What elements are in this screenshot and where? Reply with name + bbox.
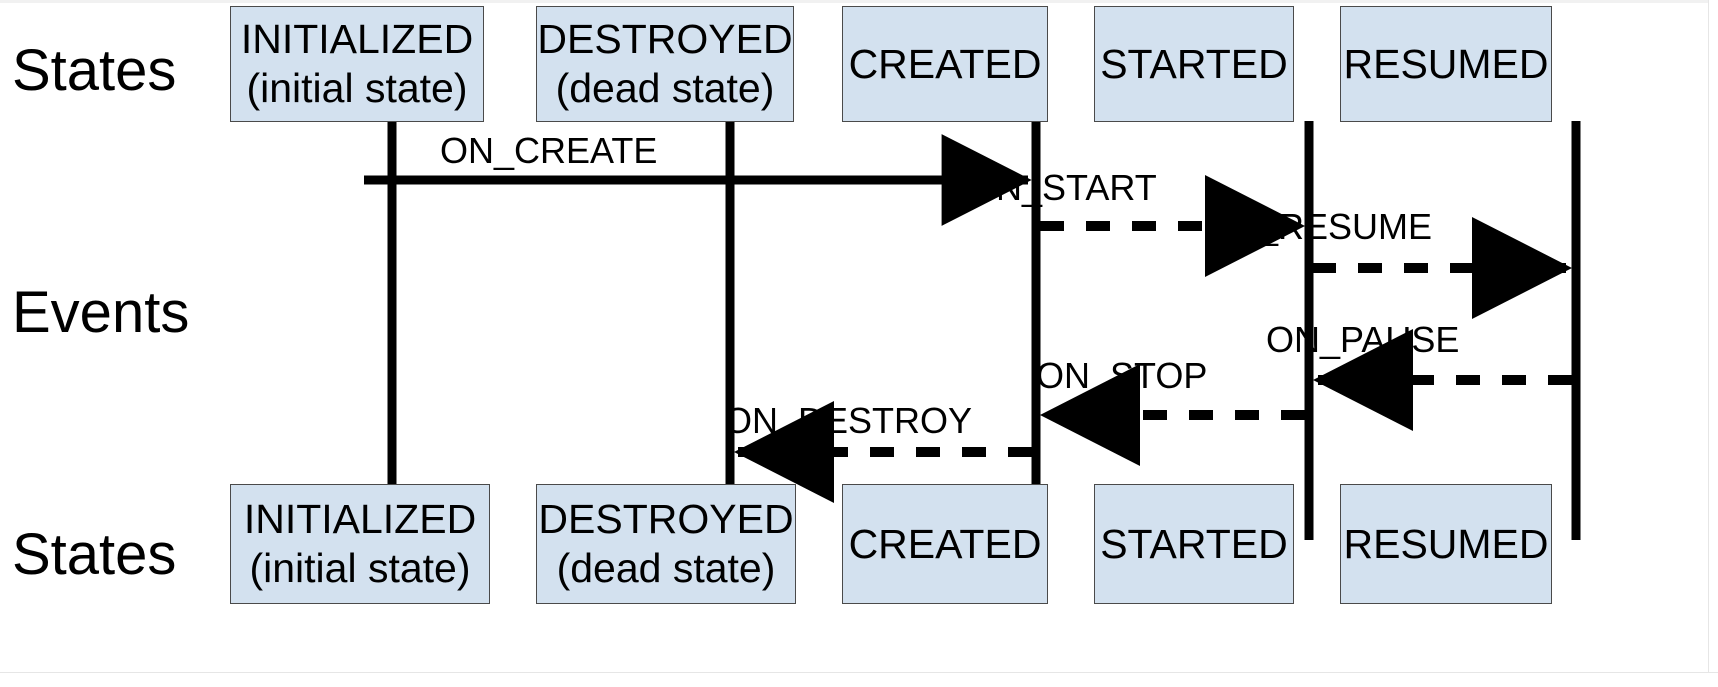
row-label-events: Events: [12, 280, 190, 345]
state-label-line1: DESTROYED: [538, 496, 794, 542]
state-label-line1: DESTROYED: [537, 16, 793, 62]
state-box-top-destroyed[interactable]: DESTROYED (dead state): [536, 6, 794, 122]
event-label-on-pause: ON_PAUSE: [1266, 319, 1460, 360]
state-label-line2: (initial state): [249, 545, 471, 591]
state-label-line1: INITIALIZED: [240, 16, 474, 62]
event-label-on-create: ON_CREATE: [440, 130, 658, 171]
state-box-top-created[interactable]: CREATED: [842, 6, 1048, 122]
page-right-edge: [1708, 0, 1718, 672]
state-box-bottom-created[interactable]: CREATED: [842, 484, 1048, 604]
event-label-on-resume: ON_RESUME: [1204, 206, 1433, 247]
diagram-page: States Events States INITIALIZED (initia…: [0, 0, 1718, 687]
row-label-states-bottom: States: [12, 522, 177, 587]
state-box-top-initialized[interactable]: INITIALIZED (initial state): [230, 6, 484, 122]
event-label-on-start: ON_START: [968, 167, 1157, 208]
state-label-line1: INITIALIZED: [243, 496, 477, 542]
state-label-line2: (initial state): [246, 65, 468, 111]
state-label-line2: (dead state): [555, 65, 775, 111]
state-label-line1: STARTED: [1100, 520, 1288, 567]
state-label-line2: (dead state): [556, 545, 776, 591]
state-box-top-started[interactable]: STARTED: [1094, 6, 1294, 122]
state-box-bottom-destroyed[interactable]: DESTROYED (dead state): [536, 484, 796, 604]
page-bottom-edge: [0, 672, 1718, 687]
state-box-bottom-initialized[interactable]: INITIALIZED (initial state): [230, 484, 490, 604]
event-label-on-stop: ON_STOP: [1036, 355, 1208, 396]
event-label-on-destroy: ON_DESTROY: [724, 400, 973, 441]
state-label-line1: RESUMED: [1343, 520, 1549, 567]
state-label-line1: CREATED: [848, 520, 1042, 567]
state-label-line1: CREATED: [848, 40, 1042, 87]
row-label-states-top: States: [12, 38, 177, 103]
state-label-line1: STARTED: [1100, 40, 1288, 87]
state-box-bottom-resumed[interactable]: RESUMED: [1340, 484, 1552, 604]
state-box-bottom-started[interactable]: STARTED: [1094, 484, 1294, 604]
state-box-top-resumed[interactable]: RESUMED: [1340, 6, 1552, 122]
state-label-line1: RESUMED: [1343, 40, 1549, 87]
